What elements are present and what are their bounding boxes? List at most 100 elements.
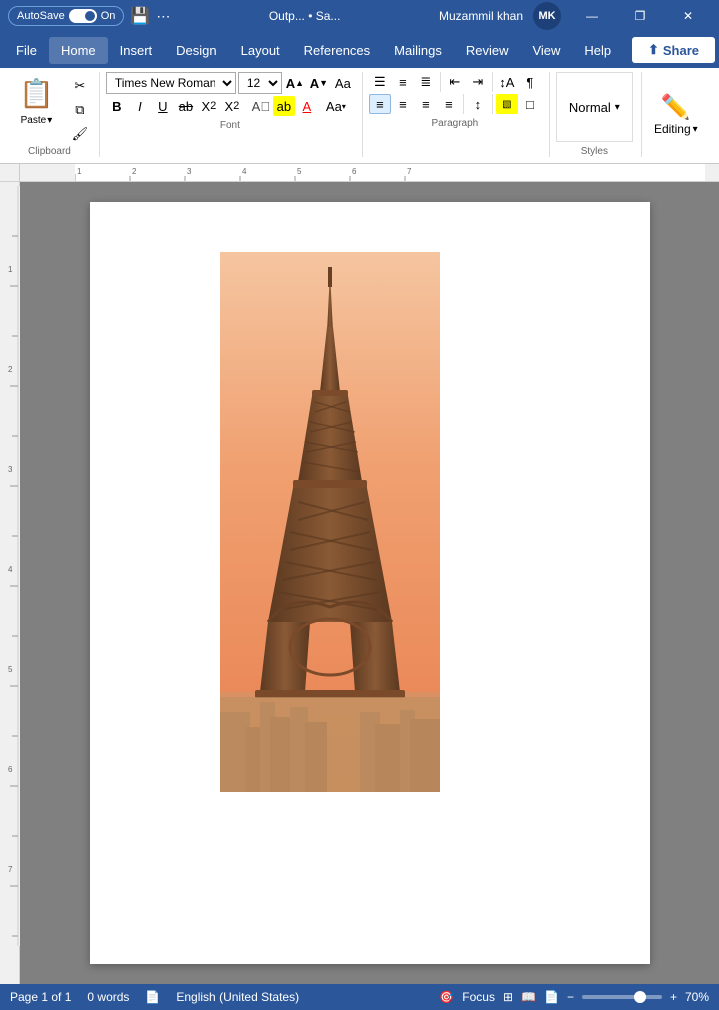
zoom-slider[interactable] xyxy=(582,995,662,999)
text-effects-button[interactable]: A⃝ xyxy=(250,96,272,116)
zoom-in-icon[interactable]: + xyxy=(670,990,677,1004)
svg-text:2: 2 xyxy=(132,167,137,176)
font-color-button[interactable]: A xyxy=(296,96,318,116)
subscript-button[interactable]: X2 xyxy=(198,96,220,116)
svg-text:1: 1 xyxy=(77,167,82,176)
paragraph-group: ☰ ≡ ≣ ⇤ ⇥ ↕A ¶ ≡ ≡ ≡ ≡ ↕ xyxy=(369,72,550,157)
editing-button[interactable]: ✏️ Editing ▾ xyxy=(654,72,698,157)
styles-selector[interactable]: Normal ▾ xyxy=(556,72,633,142)
decrease-indent-button[interactable]: ⇤ xyxy=(444,72,466,92)
align-left-button[interactable]: ≡ xyxy=(369,94,391,114)
shrink-font-button[interactable]: A▼ xyxy=(308,73,330,93)
menu-help[interactable]: Help xyxy=(572,37,623,64)
highlight-color-button[interactable]: ab xyxy=(273,96,295,116)
user-avatar[interactable]: MK xyxy=(533,2,561,30)
shading-button[interactable]: ▧ xyxy=(496,94,518,114)
divider6 xyxy=(492,94,493,114)
share-button[interactable]: ⬆ Share xyxy=(632,37,715,63)
bold-button[interactable]: B xyxy=(106,96,128,116)
editing-group: ✏️ Editing ▾ xyxy=(648,72,704,157)
svg-text:7: 7 xyxy=(8,865,13,874)
menu-design[interactable]: Design xyxy=(164,37,228,64)
autosave-toggle[interactable] xyxy=(69,9,97,23)
bullets-button[interactable]: ☰ xyxy=(369,72,391,92)
copy-button[interactable]: ⧉ xyxy=(69,100,91,120)
autosave-badge[interactable]: AutoSave On xyxy=(8,6,124,26)
title-bar: AutoSave On 💾 ⋯ Outp... • Sa... Muzammil… xyxy=(0,0,719,32)
share-icon: ⬆ xyxy=(648,42,659,58)
format-painter-button[interactable]: 🖌 xyxy=(69,124,91,144)
ribbon-row: 📋 Paste ▾ ✂ ⧉ 🖌 Clipboard T xyxy=(8,72,711,157)
menu-layout[interactable]: Layout xyxy=(229,37,292,64)
menu-file[interactable]: File xyxy=(4,37,49,64)
font-size-select[interactable]: 12 xyxy=(238,72,282,94)
show-hide-button[interactable]: ¶ xyxy=(519,72,541,92)
layout-view-icon[interactable]: ⊞ xyxy=(503,990,513,1004)
list-row: ☰ ≡ ≣ ⇤ ⇥ ↕A ¶ xyxy=(369,72,541,92)
autosave-label: AutoSave xyxy=(17,10,65,22)
status-right: 🎯 Focus ⊞ 📖 📄 − + 70% xyxy=(439,990,709,1004)
menu-home[interactable]: Home xyxy=(49,37,108,64)
font-name-select[interactable]: Times New Roman xyxy=(106,72,236,94)
align-center-button[interactable]: ≡ xyxy=(392,94,414,114)
svg-text:4: 4 xyxy=(242,167,247,176)
styles-dropdown-icon: ▾ xyxy=(615,102,620,113)
close-button[interactable]: ✕ xyxy=(665,0,711,32)
restore-button[interactable]: ❐ xyxy=(617,0,663,32)
svg-text:4: 4 xyxy=(8,565,13,574)
clipboard-buttons: 📋 Paste ▾ ✂ ⧉ 🖌 xyxy=(8,72,91,144)
minimize-button[interactable]: — xyxy=(569,0,615,32)
superscript-button[interactable]: X2 xyxy=(221,96,243,116)
svg-text:1: 1 xyxy=(8,265,13,274)
language-icon: 📄 xyxy=(145,990,160,1004)
font-group: Times New Roman 12 A▲ A▼ Aa B I U ab X2 … xyxy=(106,72,363,157)
paste-dropdown-icon[interactable]: ▾ xyxy=(47,115,52,126)
underline-button[interactable]: U xyxy=(152,96,174,116)
menu-insert[interactable]: Insert xyxy=(108,37,165,64)
menu-bar: File Home Insert Design Layout Reference… xyxy=(0,32,719,68)
borders-button[interactable]: □ xyxy=(519,94,541,114)
increase-indent-button[interactable]: ⇥ xyxy=(467,72,489,92)
line-spacing-button[interactable]: ↕ xyxy=(467,94,489,114)
cut-button[interactable]: ✂ xyxy=(69,76,91,96)
menu-view[interactable]: View xyxy=(520,37,572,64)
document-scroll-area[interactable] xyxy=(20,182,719,984)
document-title: Outp... • Sa... xyxy=(176,9,433,23)
print-layout-icon[interactable]: 📄 xyxy=(544,990,559,1004)
paragraph-controls: ☰ ≡ ≣ ⇤ ⇥ ↕A ¶ ≡ ≡ ≡ ≡ ↕ xyxy=(369,72,541,114)
italic-button[interactable]: I xyxy=(129,96,151,116)
zoom-out-icon[interactable]: − xyxy=(567,990,574,1004)
more-options-icon[interactable]: ⋯ xyxy=(156,8,170,25)
change-case-button[interactable]: Aa▾ xyxy=(325,96,347,116)
menu-references[interactable]: References xyxy=(292,37,382,64)
focus-icon[interactable]: 🎯 xyxy=(439,990,454,1004)
menu-review[interactable]: Review xyxy=(454,37,521,64)
sort-button[interactable]: ↕A xyxy=(496,72,518,92)
clear-formatting-button[interactable]: Aa xyxy=(332,73,354,93)
formatting-row: B I U ab X2 X2 A⃝ ab A Aa▾ xyxy=(106,96,354,116)
clipboard-group: 📋 Paste ▾ ✂ ⧉ 🖌 Clipboard xyxy=(8,72,100,157)
multilevel-list-button[interactable]: ≣ xyxy=(415,72,437,92)
grow-font-button[interactable]: A▲ xyxy=(284,73,306,93)
focus-label: Focus xyxy=(462,990,495,1004)
svg-text:3: 3 xyxy=(8,465,13,474)
numbering-button[interactable]: ≡ xyxy=(392,72,414,92)
save-icon[interactable]: 💾 xyxy=(130,6,150,26)
word-count: 0 words xyxy=(87,990,129,1004)
left-ruler: 1 2 3 4 5 6 7 xyxy=(0,182,20,984)
status-bar: Page 1 of 1 0 words 📄 English (United St… xyxy=(0,984,719,1010)
menu-mailings[interactable]: Mailings xyxy=(382,37,454,64)
justify-button[interactable]: ≡ xyxy=(438,94,460,114)
align-right-button[interactable]: ≡ xyxy=(415,94,437,114)
ruler-inner: 1 2 3 4 5 6 7 xyxy=(75,164,705,181)
page-info: Page 1 of 1 xyxy=(10,990,71,1004)
zoom-level[interactable]: 70% xyxy=(685,990,709,1004)
user-name: Muzammil khan xyxy=(439,9,523,23)
ribbon: 📋 Paste ▾ ✂ ⧉ 🖌 Clipboard T xyxy=(0,68,719,164)
paste-button[interactable]: 📋 xyxy=(8,72,65,115)
document-page[interactable] xyxy=(90,202,650,964)
svg-text:7: 7 xyxy=(407,167,412,176)
clipboard-label: Clipboard xyxy=(28,146,71,157)
read-mode-icon[interactable]: 📖 xyxy=(521,990,536,1004)
strikethrough-button[interactable]: ab xyxy=(175,96,197,116)
